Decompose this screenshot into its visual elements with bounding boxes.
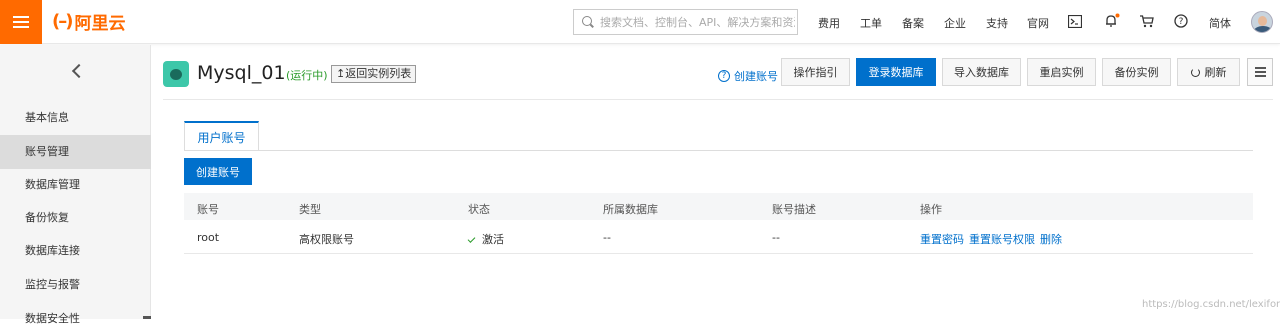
tab-underline <box>184 150 1253 151</box>
column-type: 类型 <box>299 203 321 216</box>
import-database-button[interactable]: 导入数据库 <box>942 58 1021 86</box>
sidebar-item-database-connection[interactable]: 数据库连接 <box>0 234 151 268</box>
guide-button[interactable]: 操作指引 <box>781 58 850 86</box>
backup-instance-button[interactable]: 备份实例 <box>1102 58 1171 86</box>
refresh-button[interactable]: 刷新 <box>1177 58 1240 86</box>
column-status: 状态 <box>468 203 490 216</box>
search-input[interactable] <box>600 15 795 29</box>
help-circle-icon[interactable]: ? <box>1174 14 1188 28</box>
column-actions: 操作 <box>920 203 942 216</box>
refresh-icon <box>1190 67 1200 77</box>
cart-icon[interactable] <box>1140 15 1154 28</box>
sidebar-collapse-button[interactable] <box>0 45 151 97</box>
watermark: https://blog.csdn.net/lexiforme <box>1142 299 1280 310</box>
check-icon <box>467 235 476 243</box>
terminal-icon[interactable] <box>1068 15 1082 28</box>
aliyun-logo[interactable]: (–) 阿里云 <box>52 9 125 34</box>
create-account-help-label: 创建账号 <box>734 70 778 83</box>
instance-icon <box>163 61 189 87</box>
menu-icon[interactable] <box>0 0 42 44</box>
cell-account: root <box>197 231 220 244</box>
table-header: 账号 类型 状态 所属数据库 账号描述 操作 <box>184 193 1253 220</box>
question-icon: ? <box>718 70 730 82</box>
sidebar-item-basic-info[interactable]: 基本信息 <box>0 101 151 135</box>
search-box[interactable] <box>573 9 798 35</box>
nav-tickets[interactable]: 工单 <box>860 15 882 31</box>
instance-status: (运行中) <box>286 69 328 82</box>
create-account-button[interactable]: 创建账号 <box>184 158 252 185</box>
bell-icon[interactable] <box>1104 13 1120 29</box>
nav-support[interactable]: 支持 <box>986 15 1008 31</box>
back-to-list-button[interactable]: ↥返回实例列表 <box>331 65 417 83</box>
cell-actions: 重置密码 重置账号权限 删除 <box>920 231 1067 247</box>
sidebar-item-database-management[interactable]: 数据库管理 <box>0 168 151 202</box>
logo-text: 阿里云 <box>74 14 126 34</box>
status-label: 激活 <box>482 233 504 246</box>
back-to-list-label: 返回实例列表 <box>345 67 412 80</box>
sidebar-item-monitoring-alerts[interactable]: 监控与报警 <box>0 268 151 302</box>
chevron-left-icon <box>71 63 86 79</box>
cell-status: 激活 <box>467 231 504 247</box>
user-avatar[interactable] <box>1251 11 1273 33</box>
arrow-up-icon: ↥ <box>336 67 346 80</box>
aliyun-logo-mark: (–) <box>52 11 74 32</box>
top-bar: (–) 阿里云 费用 工单 备案 企业 支持 官网 简体 ? <box>0 0 1280 44</box>
create-account-help-link[interactable]: ? 创建账号 <box>718 68 778 84</box>
language-switch[interactable]: 简体 <box>1209 15 1231 31</box>
delete-link[interactable]: 删除 <box>1040 233 1062 246</box>
search-icon <box>582 16 594 28</box>
sidebar-item-account-management[interactable]: 账号管理 <box>0 135 151 169</box>
column-database: 所属数据库 <box>603 203 658 216</box>
nav-website[interactable]: 官网 <box>1027 15 1049 31</box>
sidebar: 基本信息 账号管理 数据库管理 备份恢复 数据库连接 监控与报警 数据安全性 <box>0 45 151 325</box>
header-divider <box>163 99 1273 100</box>
list-view-icon[interactable] <box>1247 58 1273 86</box>
cell-database: -- <box>603 231 611 244</box>
column-account: 账号 <box>197 203 219 216</box>
cell-type: 高权限账号 <box>299 233 354 246</box>
reset-permissions-link[interactable]: 重置账号权限 <box>969 233 1035 246</box>
nav-icp[interactable]: 备案 <box>902 15 924 31</box>
refresh-label: 刷新 <box>1204 66 1227 79</box>
reset-password-link[interactable]: 重置密码 <box>920 233 964 246</box>
restart-instance-button[interactable]: 重启实例 <box>1027 58 1096 86</box>
column-description: 账号描述 <box>772 203 816 216</box>
login-database-button[interactable]: 登录数据库 <box>856 58 936 86</box>
table-row: root 高权限账号 激活 -- -- 重置密码 重置账号权限 删除 <box>184 220 1253 254</box>
nav-fees[interactable]: 费用 <box>818 15 840 31</box>
sidebar-item-data-security[interactable]: 数据安全性 <box>0 302 151 336</box>
instance-name: Mysql_01 <box>197 62 286 84</box>
tab-user-accounts[interactable]: 用户账号 <box>184 121 259 151</box>
nav-enterprise[interactable]: 企业 <box>944 15 966 31</box>
svg-text:?: ? <box>1179 17 1184 27</box>
sidebar-item-backup-restore[interactable]: 备份恢复 <box>0 201 151 235</box>
cell-description: -- <box>772 231 780 244</box>
